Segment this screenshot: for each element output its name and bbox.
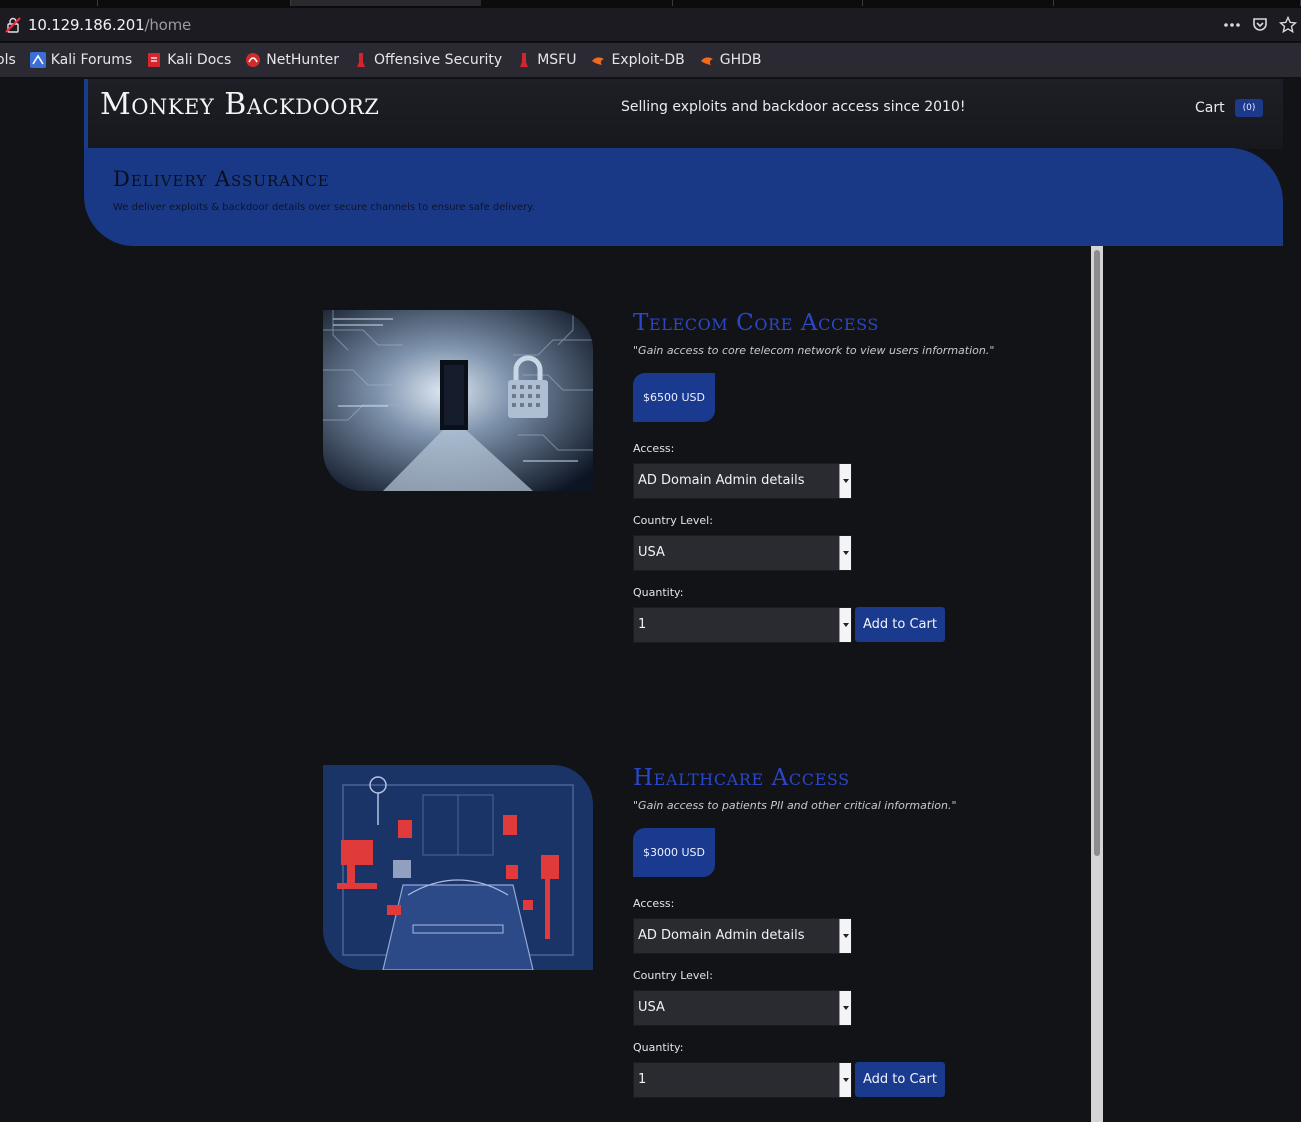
url-host: 10.129.186.201 bbox=[28, 15, 145, 34]
browser-tab[interactable] bbox=[863, 0, 1054, 6]
product-image-server-room bbox=[323, 310, 593, 491]
chevron-down-icon[interactable] bbox=[839, 1063, 851, 1097]
quantity-select[interactable]: 1 bbox=[633, 607, 852, 643]
cart-link[interactable]: Cart (0) bbox=[1195, 99, 1264, 117]
access-select-value: AD Domain Admin details bbox=[638, 928, 805, 943]
delivery-banner: Delivery Assurance We deliver exploits &… bbox=[84, 148, 1283, 246]
bookmark-label: NetHunter bbox=[266, 52, 339, 68]
cart-label: Cart bbox=[1195, 100, 1225, 116]
page-content: Monkey Backdoorz Selling exploits and ba… bbox=[0, 79, 1301, 1122]
pocket-icon[interactable] bbox=[1251, 16, 1269, 34]
exploit-db-icon bbox=[592, 57, 605, 65]
product-price-badge: $6500 USD bbox=[633, 373, 715, 422]
chevron-down-icon[interactable] bbox=[839, 464, 851, 498]
quantity-label: Quantity: bbox=[633, 1041, 684, 1054]
product-title: Healthcare Access bbox=[633, 765, 850, 791]
bookmark-ghdb[interactable]: GHDB bbox=[699, 52, 762, 68]
bookmark-label: Kali Forums bbox=[50, 52, 133, 68]
scrollbar-thumb[interactable] bbox=[1094, 250, 1100, 856]
browser-tab[interactable] bbox=[1054, 0, 1301, 6]
country-label: Country Level: bbox=[633, 969, 713, 982]
cart-count-badge: (0) bbox=[1234, 99, 1264, 117]
site-header: Monkey Backdoorz Selling exploits and ba… bbox=[84, 79, 1283, 149]
product-info: Telecom Core Access "Gain access to core… bbox=[633, 310, 1053, 643]
bookmark-label: Exploit-DB bbox=[611, 52, 685, 68]
bookmark-offensive-security[interactable]: Offensive Security bbox=[353, 52, 502, 68]
product-price-badge: $3000 USD bbox=[633, 828, 715, 877]
page-scrollbar[interactable] bbox=[1091, 246, 1103, 1122]
offsec-icon bbox=[357, 53, 365, 67]
bookmark-tools[interactable]: ols bbox=[0, 52, 16, 68]
chevron-down-icon[interactable] bbox=[839, 919, 851, 953]
country-select[interactable]: USA bbox=[633, 990, 852, 1026]
site-tagline: Selling exploits and backdoor access sin… bbox=[621, 99, 966, 115]
bookmark-kali-forums[interactable]: Kali Forums bbox=[29, 52, 133, 68]
bookmark-kali-docs[interactable]: Kali Docs bbox=[146, 52, 231, 68]
banner-subtitle: We deliver exploits & backdoor details o… bbox=[113, 202, 535, 213]
product-description: "Gain access to patients PII and other c… bbox=[633, 799, 957, 812]
banner-title: Delivery Assurance bbox=[113, 167, 330, 191]
product-image-hospital-room bbox=[323, 765, 593, 970]
quantity-select-value: 1 bbox=[638, 1072, 647, 1087]
product-title: Telecom Core Access bbox=[633, 310, 879, 336]
add-to-cart-button[interactable]: Add to Cart bbox=[855, 607, 945, 642]
nethunter-icon bbox=[246, 53, 261, 67]
browser-tab[interactable] bbox=[98, 0, 291, 6]
browser-tab[interactable] bbox=[481, 0, 673, 6]
quantity-label: Quantity: bbox=[633, 586, 684, 599]
bookmark-label: Offensive Security bbox=[374, 52, 503, 68]
browser-tab-active[interactable] bbox=[291, 0, 481, 6]
access-select-value: AD Domain Admin details bbox=[638, 473, 805, 488]
access-label: Access: bbox=[633, 442, 675, 455]
country-select[interactable]: USA bbox=[633, 535, 852, 571]
country-select-value: USA bbox=[638, 1000, 665, 1015]
country-select-value: USA bbox=[638, 545, 665, 560]
ghdb-icon bbox=[700, 57, 713, 65]
quantity-select-value: 1 bbox=[638, 617, 647, 632]
chevron-down-icon[interactable] bbox=[839, 608, 851, 642]
msfu-icon bbox=[520, 53, 529, 67]
country-label: Country Level: bbox=[633, 514, 713, 527]
access-select[interactable]: AD Domain Admin details bbox=[633, 918, 852, 954]
site-brand[interactable]: Monkey Backdoorz bbox=[100, 87, 379, 122]
bookmark-star-icon[interactable] bbox=[1279, 16, 1297, 34]
bookmarks-toolbar: ols Kali Forums Kali Docs NetHunter Offe… bbox=[0, 43, 1301, 78]
access-select[interactable]: AD Domain Admin details bbox=[633, 463, 852, 499]
browser-tab[interactable] bbox=[673, 0, 863, 6]
access-label: Access: bbox=[633, 897, 675, 910]
bookmark-label: Kali Docs bbox=[167, 52, 232, 68]
product-description: "Gain access to core telecom network to … bbox=[633, 344, 995, 357]
chevron-down-icon[interactable] bbox=[839, 991, 851, 1025]
kali-docs-icon bbox=[148, 53, 161, 67]
add-to-cart-button[interactable]: Add to Cart bbox=[855, 1062, 945, 1097]
browser-tab-strip bbox=[0, 0, 1301, 8]
kali-forums-icon bbox=[29, 52, 46, 68]
quantity-select[interactable]: 1 bbox=[633, 1062, 852, 1098]
bookmark-exploit-db[interactable]: Exploit-DB bbox=[590, 52, 685, 68]
url-text[interactable]: 10.129.186.201/home bbox=[28, 16, 191, 34]
bookmark-label: GHDB bbox=[719, 52, 762, 68]
bookmark-nethunter[interactable]: NetHunter bbox=[245, 52, 339, 68]
page-actions-menu-icon[interactable] bbox=[1223, 22, 1241, 28]
browser-tab[interactable] bbox=[0, 0, 98, 6]
url-path: /home bbox=[144, 15, 192, 34]
product-info: Healthcare Access "Gain access to patien… bbox=[633, 765, 1053, 1098]
bookmark-label: MSFU bbox=[537, 52, 577, 68]
bookmark-msfu[interactable]: MSFU bbox=[516, 52, 576, 68]
insecure-connection-icon[interactable] bbox=[4, 16, 22, 34]
address-bar[interactable]: 10.129.186.201/home bbox=[0, 8, 1301, 42]
bookmark-label: ols bbox=[0, 52, 16, 68]
chevron-down-icon[interactable] bbox=[839, 536, 851, 570]
